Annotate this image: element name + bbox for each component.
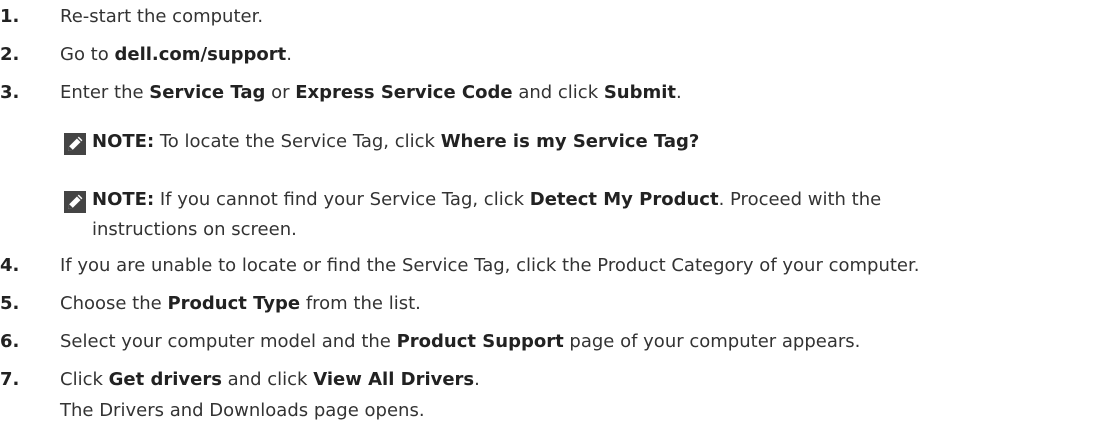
step-7-result: The Drivers and Downloads page opens. — [60, 400, 425, 421]
step-number: 7. — [0, 369, 20, 390]
service-tag-bold: Service Tag — [149, 82, 266, 103]
note-text: NOTE: To locate the Service Tag, click W… — [92, 127, 699, 157]
text-segment: page of your computer appears. — [563, 331, 861, 352]
note-text-continued: instructions on screen. — [92, 219, 297, 240]
pencil-note-icon — [64, 191, 86, 213]
note-2: NOTE: If you cannot find your Service Ta… — [64, 185, 881, 245]
text-segment: Select your computer model and the — [60, 331, 397, 352]
text-segment: . Proceed with the — [718, 189, 882, 210]
where-is-service-tag-bold: Where is my Service Tag? — [440, 131, 700, 152]
text-segment: and click — [512, 82, 604, 103]
note-label: NOTE: — [92, 189, 155, 210]
text-segment: . — [474, 369, 480, 390]
step-number: 5. — [0, 293, 20, 314]
step-text: Choose the Product Type from the list. — [60, 289, 421, 319]
step-number: 2. — [0, 44, 20, 65]
detect-my-product-bold: Detect My Product — [529, 189, 719, 210]
text-segment: . — [676, 82, 682, 103]
step-text: Click Get drivers and click View All Dri… — [60, 365, 480, 395]
text-segment: or — [265, 82, 296, 103]
text-segment: To locate the Service Tag, click — [154, 131, 441, 152]
submit-bold: Submit — [603, 82, 677, 103]
step-text: Re-start the computer. — [60, 6, 264, 27]
text-segment: from the list. — [300, 293, 421, 314]
step-text: Go to dell.com/support. — [60, 40, 292, 70]
text-segment: Click — [60, 369, 109, 390]
get-drivers-bold: Get drivers — [108, 369, 222, 390]
text-segment: Choose the — [60, 293, 168, 314]
text-segment: Enter the — [60, 82, 150, 103]
product-support-bold: Product Support — [396, 331, 564, 352]
express-service-code-bold: Express Service Code — [295, 82, 513, 103]
product-type-bold: Product Type — [167, 293, 301, 314]
step-number: 1. — [0, 6, 20, 27]
text-segment: . — [286, 44, 293, 65]
step-number: 6. — [0, 331, 20, 352]
note-label: NOTE: — [92, 131, 155, 152]
note-1: NOTE: To locate the Service Tag, click W… — [64, 127, 699, 157]
text-segment: and click — [221, 369, 314, 390]
step-text: If you are unable to locate or find the … — [60, 255, 920, 276]
text-segment: Go to — [60, 44, 115, 65]
view-all-drivers-bold: View All Drivers — [313, 369, 475, 390]
step-text: Enter the Service Tag or Express Service… — [60, 78, 682, 108]
note-text: NOTE: If you cannot find your Service Ta… — [92, 185, 881, 215]
pencil-note-icon — [64, 133, 86, 155]
procedure-document: 1. Re-start the computer. 2. Go to dell.… — [0, 0, 1110, 428]
step-number: 3. — [0, 82, 20, 103]
text-segment: If you cannot find your Service Tag, cli… — [154, 189, 530, 210]
step-text: Select your computer model and the Produ… — [60, 327, 860, 357]
support-url-bold: dell.com/support — [114, 44, 287, 65]
step-number: 4. — [0, 255, 20, 276]
